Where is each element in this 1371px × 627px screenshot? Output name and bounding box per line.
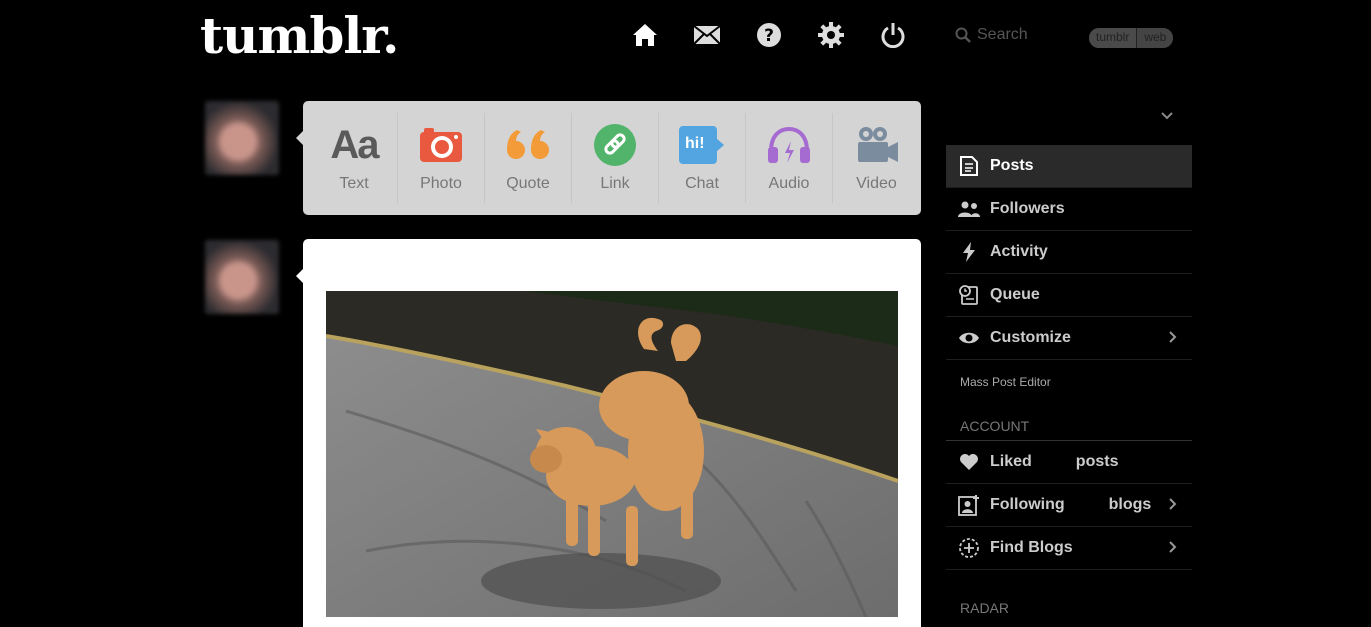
sidebar-item-suffix: posts bbox=[1075, 453, 1119, 470]
search-placeholder: Search bbox=[977, 26, 1028, 43]
queue-icon bbox=[958, 284, 980, 306]
avatar[interactable] bbox=[205, 240, 279, 314]
avatar[interactable] bbox=[205, 101, 279, 175]
add-person-icon bbox=[958, 494, 980, 516]
people-icon bbox=[958, 198, 980, 220]
quote-icon bbox=[505, 123, 551, 167]
post-type-label: Link bbox=[600, 175, 630, 192]
sidebar: Posts Followers Activity Queue Customize… bbox=[946, 95, 1192, 570]
headphones-icon bbox=[766, 123, 812, 167]
tumblr-logo[interactable]: tumblr. bbox=[200, 6, 399, 65]
mass-post-editor-link[interactable]: Mass Post Editor bbox=[946, 360, 1192, 403]
post-type-photo-button[interactable]: Photo bbox=[398, 113, 485, 203]
blog-selector[interactable] bbox=[946, 95, 1192, 145]
sidebar-item-posts[interactable]: Posts bbox=[946, 145, 1192, 188]
sidebar-item-label: Activity bbox=[990, 243, 1048, 260]
search-icon bbox=[955, 27, 971, 43]
chevron-right-icon bbox=[1169, 498, 1177, 510]
sidebar-item-following[interactable]: Following blogs bbox=[946, 484, 1192, 527]
settings-icon[interactable] bbox=[816, 20, 846, 50]
post-type-quote-button[interactable]: Quote bbox=[485, 113, 572, 203]
sidebar-item-label: Customize bbox=[990, 329, 1071, 346]
top-nav: ? bbox=[630, 20, 908, 50]
sidebar-item-activity[interactable]: Activity bbox=[946, 231, 1192, 274]
photo-post bbox=[303, 239, 921, 627]
link-icon bbox=[593, 123, 637, 167]
post-type-link-button[interactable]: Link bbox=[572, 113, 659, 203]
eye-icon bbox=[958, 327, 980, 349]
home-icon[interactable] bbox=[630, 20, 660, 50]
help-icon[interactable]: ? bbox=[754, 20, 784, 50]
radar-section-title: RADAR bbox=[960, 600, 1010, 616]
text-icon: Aa bbox=[330, 122, 379, 167]
post-type-label: Quote bbox=[506, 175, 550, 192]
compass-icon bbox=[958, 537, 980, 559]
cat-photo[interactable] bbox=[326, 291, 898, 617]
sidebar-item-customize[interactable]: Customize bbox=[946, 317, 1192, 360]
toggle-web[interactable]: web bbox=[1136, 28, 1174, 48]
sidebar-item-liked[interactable]: Liked posts bbox=[946, 441, 1192, 484]
chevron-right-icon bbox=[1169, 331, 1177, 343]
power-icon[interactable] bbox=[878, 20, 908, 50]
sidebar-item-label: Liked bbox=[990, 453, 1032, 470]
search-input[interactable]: Search bbox=[955, 26, 1028, 44]
chat-icon: hi! bbox=[679, 123, 725, 167]
sidebar-item-label: Followers bbox=[990, 200, 1065, 217]
post-type-chat-button[interactable]: hi! Chat bbox=[659, 113, 746, 203]
chevron-down-icon bbox=[1161, 112, 1173, 120]
post-type-text-button[interactable]: Aa Text bbox=[311, 113, 398, 203]
sidebar-item-label: Queue bbox=[990, 286, 1040, 303]
toggle-tumblr[interactable]: tumblr bbox=[1089, 28, 1137, 48]
post-type-label: Video bbox=[856, 175, 897, 192]
sidebar-item-label: Find Blogs bbox=[990, 539, 1073, 556]
lightning-icon bbox=[958, 241, 980, 263]
sidebar-item-label: Following bbox=[990, 496, 1065, 513]
document-icon bbox=[958, 155, 980, 177]
sidebar-item-suffix: blogs bbox=[1108, 496, 1152, 513]
post-type-label: Audio bbox=[768, 175, 810, 192]
view-toggle[interactable]: tumblr web bbox=[1089, 28, 1174, 48]
sidebar-item-queue[interactable]: Queue bbox=[946, 274, 1192, 317]
sidebar-item-find-blogs[interactable]: Find Blogs bbox=[946, 527, 1192, 570]
mail-icon[interactable] bbox=[692, 20, 722, 50]
post-type-label: Photo bbox=[420, 175, 462, 192]
post-type-audio-button[interactable]: Audio bbox=[746, 113, 833, 203]
post-type-label: Text bbox=[339, 175, 369, 192]
chevron-right-icon bbox=[1169, 541, 1177, 553]
post-type-label: Chat bbox=[685, 175, 719, 192]
video-camera-icon bbox=[854, 123, 900, 167]
account-section-title: ACCOUNT bbox=[946, 403, 1192, 441]
post-type-bar: Aa Text Photo Quote Link hi! Chat Audio … bbox=[303, 101, 921, 215]
heart-icon bbox=[958, 451, 980, 473]
post-type-video-button[interactable]: Video bbox=[833, 113, 920, 203]
camera-icon bbox=[418, 123, 464, 167]
svg-text:?: ? bbox=[764, 26, 774, 46]
sidebar-item-followers[interactable]: Followers bbox=[946, 188, 1192, 231]
sidebar-item-label: Posts bbox=[990, 157, 1034, 174]
